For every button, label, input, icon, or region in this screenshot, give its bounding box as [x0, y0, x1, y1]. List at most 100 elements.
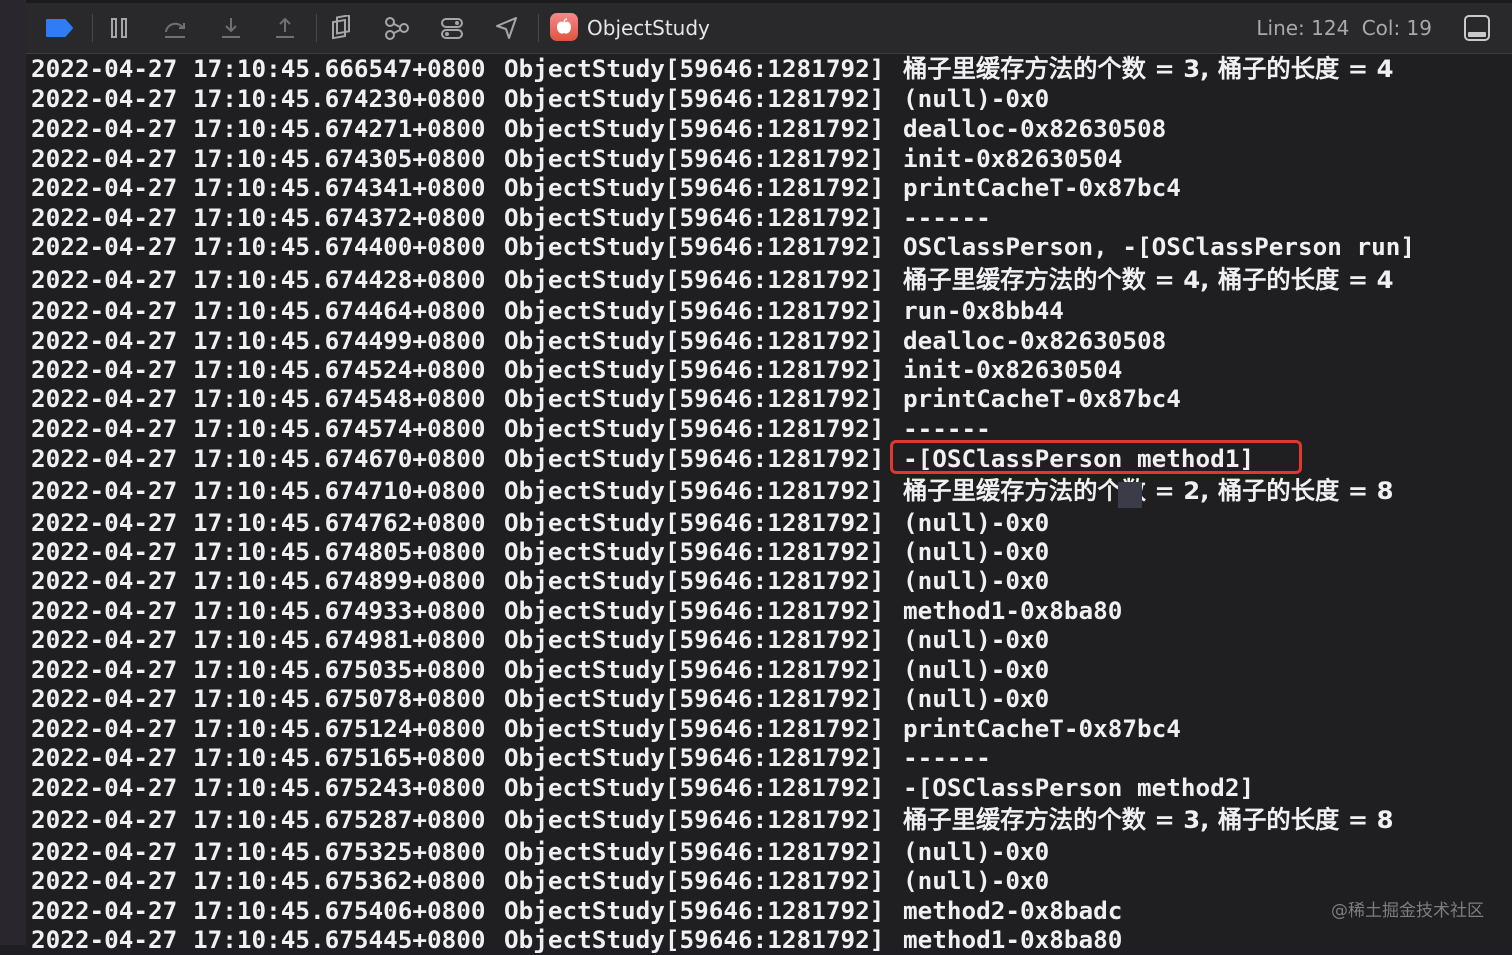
- log-timestamp: 17:10:45.675445+0800: [193, 925, 486, 954]
- log-process: ObjectStudy[59646:1281792]: [504, 144, 885, 173]
- log-date: 2022-04-27: [31, 714, 178, 743]
- log-date: 2022-04-27: [31, 173, 178, 202]
- log-process: ObjectStudy[59646:1281792]: [504, 232, 885, 261]
- text-selection-caret: [1118, 482, 1142, 508]
- log-message: method2-0x8badc: [903, 896, 1123, 925]
- log-message: (null)-0x0: [903, 537, 1050, 566]
- toggle-console-panel-icon[interactable]: [1464, 15, 1490, 41]
- log-message: printCacheT-0x87bc4: [903, 384, 1181, 413]
- log-timestamp: 17:10:45.675287+0800: [193, 805, 486, 834]
- log-process: ObjectStudy[59646:1281792]: [504, 414, 885, 443]
- log-timestamp: 17:10:45.675406+0800: [193, 896, 486, 925]
- log-row: 2022-04-27 17:10:45.675243+0800 ObjectStud…: [31, 773, 1512, 803]
- log-timestamp: 17:10:45.674933+0800: [193, 596, 486, 625]
- console-output[interactable]: 2022-04-27 17:10:45.666547+0800 ObjectStud…: [26, 54, 1512, 954]
- step-over-icon[interactable]: [160, 14, 190, 42]
- environment-overrides-icon[interactable]: [437, 14, 467, 42]
- log-timestamp: 17:10:45.675325+0800: [193, 837, 486, 866]
- log-row: 2022-04-27 17:10:45.675325+0800 ObjectStud…: [31, 837, 1512, 867]
- log-row: 2022-04-27 17:10:45.674305+0800 ObjectStud…: [31, 144, 1512, 174]
- log-date: 2022-04-27: [31, 54, 178, 83]
- log-message: dealloc-0x82630508: [903, 326, 1167, 355]
- log-timestamp: 17:10:45.674372+0800: [193, 203, 486, 232]
- log-timestamp: 17:10:45.674805+0800: [193, 537, 486, 566]
- log-row: 2022-04-27 17:10:45.675287+0800 ObjectStud…: [31, 805, 1512, 835]
- log-message: (null)-0x0: [903, 566, 1050, 595]
- log-row: 2022-04-27 17:10:45.675124+0800 ObjectStud…: [31, 714, 1512, 744]
- scheme-app-name[interactable]: ObjectStudy: [587, 14, 710, 42]
- log-timestamp: 17:10:45.674305+0800: [193, 144, 486, 173]
- log-process: ObjectStudy[59646:1281792]: [504, 925, 885, 954]
- log-process: ObjectStudy[59646:1281792]: [504, 508, 885, 537]
- log-date: 2022-04-27: [31, 805, 178, 834]
- log-message: (null)-0x0: [903, 84, 1050, 113]
- log-date: 2022-04-27: [31, 326, 178, 355]
- log-date: 2022-04-27: [31, 84, 178, 113]
- log-row: 2022-04-27 17:10:45.674400+0800 ObjectStud…: [31, 232, 1512, 262]
- log-process: ObjectStudy[59646:1281792]: [504, 625, 885, 654]
- log-date: 2022-04-27: [31, 596, 178, 625]
- log-row: 2022-04-27 17:10:45.674981+0800 ObjectStud…: [31, 625, 1512, 655]
- log-timestamp: 17:10:45.675035+0800: [193, 655, 486, 684]
- debug-toolbar: ObjectStudy Line: 124 Col: 19: [26, 0, 1512, 54]
- log-message: OSClassPerson, -[OSClassPerson run]: [903, 232, 1415, 261]
- log-date: 2022-04-27: [31, 684, 178, 713]
- log-timestamp: 17:10:45.674400+0800: [193, 232, 486, 261]
- log-process: ObjectStudy[59646:1281792]: [504, 743, 885, 772]
- log-row: 2022-04-27 17:10:45.674341+0800 ObjectStud…: [31, 173, 1512, 203]
- log-timestamp: 17:10:45.674499+0800: [193, 326, 486, 355]
- log-message: 桶子里缓存方法的个数 = 4, 桶子的长度 = 4: [903, 265, 1394, 294]
- log-date: 2022-04-27: [31, 773, 178, 802]
- log-process: ObjectStudy[59646:1281792]: [504, 54, 885, 83]
- log-date: 2022-04-27: [31, 114, 178, 143]
- simulate-location-icon[interactable]: [492, 14, 522, 42]
- view-hierarchy-icon[interactable]: [326, 14, 356, 42]
- log-date: 2022-04-27: [31, 476, 178, 505]
- log-process: ObjectStudy[59646:1281792]: [504, 714, 885, 743]
- log-process: ObjectStudy[59646:1281792]: [504, 596, 885, 625]
- log-row: 2022-04-27 17:10:45.674899+0800 ObjectStud…: [31, 566, 1512, 596]
- log-date: 2022-04-27: [31, 566, 178, 595]
- log-row: 2022-04-27 17:10:45.675406+0800 ObjectStud…: [31, 896, 1512, 926]
- log-row: 2022-04-27 17:10:45.675165+0800 ObjectStud…: [31, 743, 1512, 773]
- log-timestamp: 17:10:45.675124+0800: [193, 714, 486, 743]
- log-date: 2022-04-27: [31, 203, 178, 232]
- log-date: 2022-04-27: [31, 414, 178, 443]
- memory-graph-icon[interactable]: [382, 14, 412, 42]
- log-timestamp: 17:10:45.674574+0800: [193, 414, 486, 443]
- log-timestamp: 17:10:45.675078+0800: [193, 684, 486, 713]
- pause-icon[interactable]: [104, 14, 134, 42]
- log-process: ObjectStudy[59646:1281792]: [504, 444, 885, 473]
- log-row: 2022-04-27 17:10:45.674805+0800 ObjectStud…: [31, 537, 1512, 567]
- log-process: ObjectStudy[59646:1281792]: [504, 655, 885, 684]
- log-date: 2022-04-27: [31, 384, 178, 413]
- log-row: 2022-04-27 17:10:45.674271+0800 ObjectStud…: [31, 114, 1512, 144]
- log-message: 桶子里缓存方法的个数 = 3, 桶子的长度 = 8: [903, 805, 1394, 834]
- log-row: 2022-04-27 17:10:45.674428+0800 ObjectStud…: [31, 265, 1512, 295]
- log-timestamp: 17:10:45.674428+0800: [193, 265, 486, 294]
- log-date: 2022-04-27: [31, 896, 178, 925]
- log-message: (null)-0x0: [903, 866, 1050, 895]
- log-process: ObjectStudy[59646:1281792]: [504, 866, 885, 895]
- log-row: 2022-04-27 17:10:45.675035+0800 ObjectStud…: [31, 655, 1512, 685]
- log-message: 桶子里缓存方法的个数 = 3, 桶子的长度 = 4: [903, 54, 1394, 83]
- log-timestamp: 17:10:45.674899+0800: [193, 566, 486, 595]
- log-message: printCacheT-0x87bc4: [903, 173, 1181, 202]
- log-message: ------: [903, 743, 991, 772]
- breakpoint-toggle-icon[interactable]: [44, 14, 74, 42]
- log-message: printCacheT-0x87bc4: [903, 714, 1181, 743]
- log-process: ObjectStudy[59646:1281792]: [504, 837, 885, 866]
- step-into-icon[interactable]: [216, 14, 246, 42]
- log-process: ObjectStudy[59646:1281792]: [504, 296, 885, 325]
- log-timestamp: 17:10:45.674981+0800: [193, 625, 486, 654]
- step-out-icon[interactable]: [270, 14, 300, 42]
- watermark: @稀土掘金技术社区: [1331, 901, 1484, 921]
- log-date: 2022-04-27: [31, 144, 178, 173]
- log-process: ObjectStudy[59646:1281792]: [504, 84, 885, 113]
- log-process: ObjectStudy[59646:1281792]: [504, 566, 885, 595]
- log-row: 2022-04-27 17:10:45.675078+0800 ObjectStud…: [31, 684, 1512, 714]
- log-process: ObjectStudy[59646:1281792]: [504, 326, 885, 355]
- log-process: ObjectStudy[59646:1281792]: [504, 773, 885, 802]
- log-message: (null)-0x0: [903, 625, 1050, 654]
- log-date: 2022-04-27: [31, 265, 178, 294]
